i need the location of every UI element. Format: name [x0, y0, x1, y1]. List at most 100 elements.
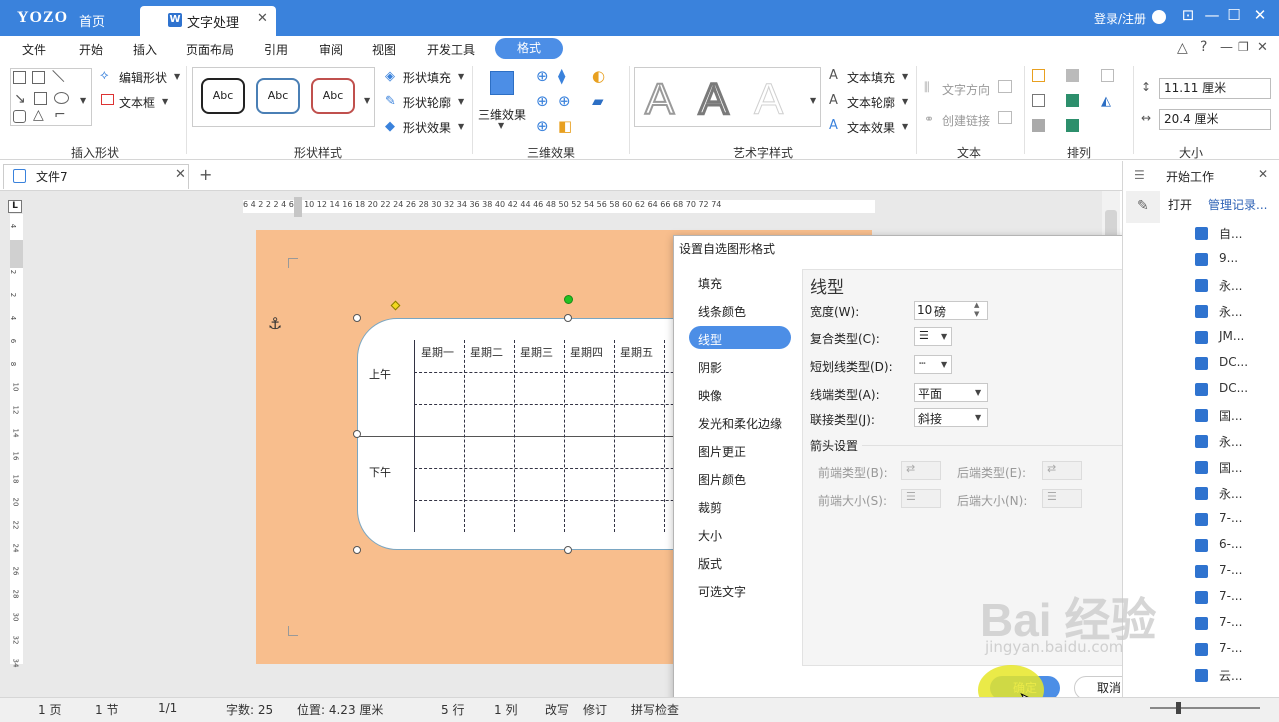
resize-handle-s[interactable]: [564, 546, 572, 554]
join-dropdown-icon[interactable]: ▼: [975, 413, 981, 422]
art-text-more-icon[interactable]: ▼: [810, 96, 816, 105]
recent-file[interactable]: 永...: [1195, 433, 1275, 451]
shape-width-input[interactable]: 20.4 厘米: [1159, 109, 1271, 130]
min-doc-icon[interactable]: —: [1220, 40, 1233, 55]
zoom-slider-thumb[interactable]: [1176, 702, 1181, 714]
close-file-tab-icon[interactable]: ✕: [175, 167, 186, 182]
textbox-shape-icon[interactable]: [13, 71, 26, 84]
recent-file[interactable]: 9...: [1195, 251, 1275, 269]
menu-file[interactable]: 文件: [22, 41, 46, 58]
indent-marker-icon[interactable]: [294, 197, 302, 217]
recent-file[interactable]: 国...: [1195, 459, 1275, 477]
selection-pane-icon[interactable]: [1032, 119, 1045, 132]
menu-format[interactable]: 格式: [495, 38, 563, 59]
edit-shape-dropdown-icon[interactable]: ▼: [174, 72, 180, 81]
recent-file[interactable]: 6-...: [1195, 537, 1275, 555]
zoom-slider[interactable]: [1150, 707, 1260, 709]
menu-developer[interactable]: 开发工具: [427, 41, 475, 58]
vertical-ruler[interactable]: 422246810121416182022242628303234: [9, 214, 23, 667]
position-icon[interactable]: [1032, 69, 1045, 82]
close-doc-icon[interactable]: ✕: [1257, 40, 1268, 55]
text-outline-button[interactable]: 文本轮廓: [847, 94, 895, 111]
close-tab-icon[interactable]: ✕: [257, 11, 268, 26]
status-revise[interactable]: 修订: [583, 701, 607, 718]
resize-handle-nw[interactable]: [353, 314, 361, 322]
connector-shape-icon[interactable]: ⌐: [54, 107, 66, 123]
shape-fill-button[interactable]: 形状填充: [403, 69, 451, 86]
horizontal-ruler[interactable]: 6 4 2 2 2 4 6 8 10 12 14 16 18 20 22 24 …: [243, 200, 875, 213]
shape-height-input[interactable]: 11.11 厘米: [1159, 78, 1271, 99]
send-backward-icon[interactable]: [1066, 94, 1079, 107]
triangle-shape-icon[interactable]: △: [33, 107, 44, 123]
group-icon[interactable]: [1101, 69, 1114, 82]
shape-effect-dropdown-icon[interactable]: ▼: [458, 122, 464, 131]
menu-review[interactable]: 审阅: [319, 41, 343, 58]
close-window-icon[interactable]: ✕: [1248, 6, 1272, 24]
nav-picture-color[interactable]: 图片颜色: [698, 471, 746, 488]
shape-style-3[interactable]: Abc: [311, 78, 355, 114]
tab-stop-selector[interactable]: L: [8, 200, 22, 213]
cap-dropdown-icon[interactable]: ▼: [975, 388, 981, 397]
new-tab-icon[interactable]: +: [199, 165, 212, 184]
tilt-right-icon[interactable]: ⊕: [558, 92, 571, 110]
shape-effect-button[interactable]: 形状效果: [403, 119, 451, 136]
shape-fill-dropdown-icon[interactable]: ▼: [458, 72, 464, 81]
recent-file[interactable]: 7-...: [1195, 615, 1275, 633]
art-text-style-3[interactable]: A: [753, 75, 783, 125]
nav-line-color[interactable]: 线条颜色: [698, 303, 746, 320]
recent-file[interactable]: DC...: [1195, 355, 1275, 373]
nav-fill[interactable]: 填充: [698, 275, 722, 292]
align-icon[interactable]: [1066, 119, 1079, 132]
resize-handle-sw[interactable]: [353, 546, 361, 554]
text-align-icon[interactable]: [998, 80, 1012, 93]
status-spell-check[interactable]: 拼写检查: [631, 701, 679, 718]
text-fill-dropdown-icon[interactable]: ▼: [902, 72, 908, 81]
tilt-left-icon[interactable]: ⊕: [536, 92, 549, 110]
nav-shadow[interactable]: 阴影: [698, 359, 722, 376]
task-pane-menu-icon[interactable]: ☰: [1134, 168, 1145, 182]
text-effect-dropdown-icon[interactable]: ▼: [902, 122, 908, 131]
text-fill-button[interactable]: 文本填充: [847, 69, 895, 86]
oval-shape-icon[interactable]: [54, 92, 69, 104]
text-outline-dropdown-icon[interactable]: ▼: [902, 97, 908, 106]
gallery-more-icon[interactable]: ▼: [80, 96, 86, 105]
skin-icon[interactable]: ⊡: [1176, 6, 1200, 24]
text-box-button[interactable]: 文本框: [119, 94, 155, 111]
nav-picture-correction[interactable]: 图片更正: [698, 443, 746, 460]
nav-alt-text[interactable]: 可选文字: [698, 583, 746, 600]
recent-file[interactable]: 7-...: [1195, 641, 1275, 659]
recent-file[interactable]: 永...: [1195, 277, 1275, 295]
login-link[interactable]: 登录/注册: [1094, 10, 1146, 27]
shape-outline-dropdown-icon[interactable]: ▼: [458, 97, 464, 106]
rect-shape-icon[interactable]: [34, 92, 47, 105]
resize-handle-w[interactable]: [353, 430, 361, 438]
art-text-style-2[interactable]: A: [697, 74, 729, 126]
break-link-icon[interactable]: [998, 111, 1012, 124]
width-stepper-icon[interactable]: ▲ ▼: [974, 301, 979, 319]
shape-style-2[interactable]: Abc: [256, 78, 300, 114]
recent-file[interactable]: 7-...: [1195, 589, 1275, 607]
edit-shape-button[interactable]: 编辑形状: [119, 69, 167, 86]
status-overwrite[interactable]: 改写: [545, 701, 569, 718]
recent-file[interactable]: DC...: [1195, 381, 1275, 399]
arrow-shape-icon[interactable]: ↘: [14, 91, 26, 107]
status-word-count[interactable]: 字数: 25: [226, 701, 273, 718]
recent-file[interactable]: 自...: [1195, 225, 1275, 243]
pencil-icon[interactable]: ✎: [1137, 198, 1149, 214]
shape-style-1[interactable]: Abc: [201, 78, 245, 114]
home-tab[interactable]: 首页: [79, 11, 105, 30]
menu-view[interactable]: 视图: [372, 41, 396, 58]
maximize-icon[interactable]: ☐: [1222, 6, 1246, 24]
menu-insert[interactable]: 插入: [133, 41, 157, 58]
menu-layout[interactable]: 页面布局: [186, 41, 234, 58]
lighting-icon[interactable]: ◐: [592, 67, 605, 85]
nav-line-style[interactable]: 线型: [698, 331, 722, 348]
open-link[interactable]: 打开: [1168, 196, 1192, 213]
shape-style-more-icon[interactable]: ▼: [364, 96, 370, 105]
resize-handle-n[interactable]: [564, 314, 572, 322]
rotate-icon[interactable]: ◭: [1101, 94, 1111, 109]
tilt-down-icon[interactable]: ⧫: [558, 67, 565, 85]
compound-dropdown-icon[interactable]: ▼: [941, 332, 947, 341]
art-text-style-1[interactable]: A: [644, 74, 675, 125]
bring-forward-icon[interactable]: [1066, 69, 1079, 82]
